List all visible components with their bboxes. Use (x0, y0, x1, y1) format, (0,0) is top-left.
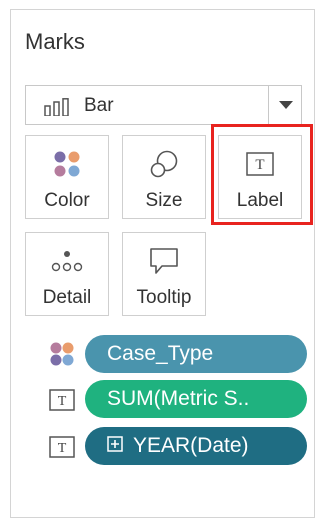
svg-text:T: T (255, 157, 264, 173)
color-button-label: Color (44, 190, 90, 211)
bar-chart-icon (44, 98, 69, 116)
size-button-label: Size (145, 190, 183, 211)
field-pill-label: SUM(Metric S.. (107, 387, 250, 410)
detail-button-label: Detail (42, 287, 92, 308)
dropdown-divider (268, 86, 269, 124)
field-row-label-metric: T SUM(Metric S.. (37, 380, 307, 418)
field-pill-case-type[interactable]: Case_Type (85, 335, 307, 373)
label-button[interactable]: T Label (218, 135, 302, 219)
svg-text:T: T (58, 441, 67, 456)
field-pill-label: Case_Type (107, 342, 214, 365)
svg-text:T: T (58, 394, 67, 409)
color-dots-icon (50, 342, 74, 366)
color-button[interactable]: Color (25, 135, 109, 219)
tooltip-button-label: Tooltip (136, 287, 192, 308)
field-row-color: Case_Type (37, 335, 307, 373)
tooltip-bubble-icon (150, 248, 178, 274)
detail-button[interactable]: Detail (25, 232, 109, 316)
detail-dots-icon (51, 251, 83, 272)
size-button[interactable]: Size (122, 135, 206, 219)
size-circles-icon (150, 150, 178, 178)
field-pill-label: YEAR(Date) (133, 434, 249, 457)
mark-type-label: Bar (84, 95, 114, 116)
expand-plus-icon[interactable] (107, 436, 123, 453)
chevron-down-icon[interactable] (278, 100, 294, 110)
mark-type-dropdown[interactable]: Bar (25, 85, 302, 125)
text-label-icon: T (49, 389, 75, 411)
color-dots-icon (54, 151, 80, 177)
text-label-icon: T (49, 436, 75, 458)
marks-card: Marks Bar Color Size T Label Detail Tool… (10, 9, 315, 518)
marks-card-title: Marks (25, 29, 85, 54)
field-pill-year-date[interactable]: YEAR(Date) (85, 427, 307, 465)
text-label-icon: T (246, 152, 274, 176)
field-row-label-year: T YEAR(Date) (37, 427, 307, 465)
field-pill-sum-metric[interactable]: SUM(Metric S.. (85, 380, 307, 418)
tooltip-button[interactable]: Tooltip (122, 232, 206, 316)
label-button-label: Label (236, 190, 284, 211)
